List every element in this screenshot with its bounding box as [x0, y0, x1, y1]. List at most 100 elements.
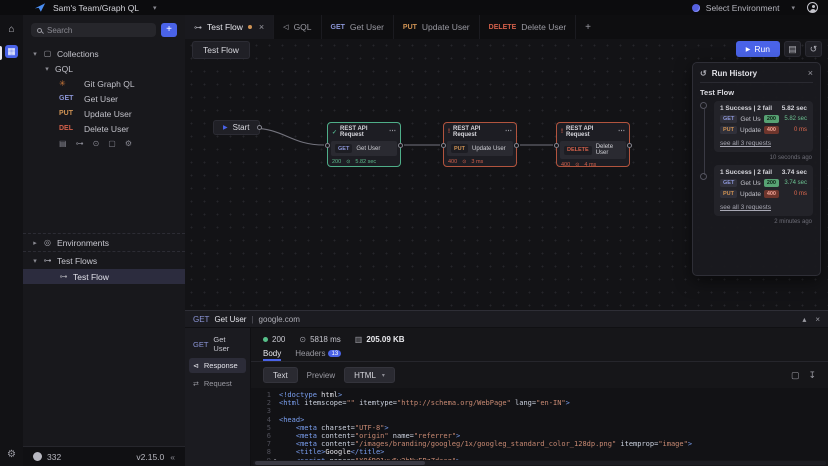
run-history-button[interactable]: ↺	[805, 41, 822, 57]
input-port[interactable]	[325, 143, 330, 148]
expand-panel-icon[interactable]: ▴	[802, 315, 806, 324]
sidebar-section-environments[interactable]: ▸ ◎ Environments	[23, 234, 185, 251]
node-status: 200 ⊙ 5.82 sec	[328, 157, 400, 167]
nav-item-response[interactable]: ⊲ Response	[189, 358, 246, 373]
github-icon[interactable]	[33, 452, 42, 461]
gear-icon[interactable]: ⚙	[125, 139, 132, 148]
code-editor[interactable]: 1 <!doctype html> 2 <html itemscope="" i…	[251, 388, 828, 460]
see-all-requests-link[interactable]: see all 3 requests	[720, 140, 771, 147]
nav-item-request[interactable]: ⇄ Request	[189, 376, 246, 391]
caret-down-icon[interactable]: ▾	[32, 257, 38, 265]
add-button[interactable]: +	[161, 23, 177, 37]
search-box[interactable]	[31, 23, 156, 37]
tab-test-flow[interactable]: ⊶ Test Flow ×	[185, 15, 274, 39]
output-port[interactable]	[257, 125, 262, 130]
home-icon[interactable]: ⌂	[8, 25, 14, 35]
sidebar-item-gql-folder[interactable]: ▾ GQL	[23, 61, 185, 76]
docs-icon[interactable]: ▤	[59, 139, 67, 148]
run-card[interactable]: 1 Success | 2 fail 5.82 sec GET Get User	[714, 101, 813, 152]
run-request-row: PUT Update User 400 0 ms	[720, 126, 807, 134]
copy-icon[interactable]: ▢	[791, 370, 800, 381]
select-environment-button[interactable]: Select Environment	[706, 3, 780, 13]
sidebar-item-git-graph-ql[interactable]: ✳ Git Graph QL	[23, 76, 185, 91]
run-button[interactable]: ▶ Run	[736, 41, 780, 57]
separator: |	[251, 315, 253, 324]
search-input[interactable]	[47, 26, 150, 35]
output-port[interactable]	[627, 143, 632, 148]
preview-button[interactable]: Preview	[307, 371, 335, 380]
settings-gear-icon[interactable]: ⚙	[7, 449, 16, 460]
horizontal-scrollbar[interactable]	[253, 461, 826, 465]
run-card[interactable]: 1 Success | 2 fail 3.74 sec GET Get User	[714, 165, 813, 216]
node-rest-api-request-get[interactable]: ✓ REST API Request ⋯ GET Get User 200 ⊙ …	[327, 122, 401, 167]
caret-down-icon[interactable]: ▾	[44, 65, 50, 73]
node-request-chip[interactable]: GET Get User	[331, 141, 397, 156]
clock-icon: ⊙	[575, 162, 579, 168]
tab-get-user[interactable]: GET Get User	[322, 15, 394, 39]
save-flow-button[interactable]: ▤	[784, 41, 801, 57]
close-icon[interactable]: ×	[808, 68, 813, 78]
run-timestamp: 10 seconds ago	[715, 155, 812, 161]
node-rest-api-request-delete[interactable]: ! REST API Request ⋯ DELETE Delete User …	[556, 122, 630, 167]
run-request-row: PUT Update User 400 0 ms	[720, 190, 807, 198]
sidebar-item-delete-user[interactable]: DEL Delete User	[23, 121, 185, 136]
sidebar-item-update-user[interactable]: PUT Update User	[23, 106, 185, 121]
node-rest-api-request-put[interactable]: ! REST API Request ⋯ PUT Update User 400…	[443, 122, 517, 167]
elapsed-time: 5.82 sec	[355, 159, 376, 165]
start-node[interactable]: ▶ Start	[213, 120, 260, 135]
method-badge: GET	[720, 115, 737, 123]
sidebar-item-get-user[interactable]: GET Get User	[23, 91, 185, 106]
more-icon[interactable]: ⋯	[389, 130, 396, 134]
run-duration: 5.82 sec	[782, 105, 807, 112]
copy-icon[interactable]: ▢	[108, 139, 116, 148]
test-flows-label: Test Flows	[57, 256, 97, 266]
projects-icon[interactable]: ▦	[5, 45, 18, 58]
run-history-header: ↺ Run History ×	[700, 68, 813, 83]
flow-icon[interactable]: ⊶	[76, 139, 84, 148]
fold-caret-icon[interactable]: ▾	[271, 457, 279, 460]
more-icon[interactable]: ⋯	[618, 130, 625, 134]
close-panel-icon[interactable]: ×	[815, 315, 820, 324]
caret-down-icon[interactable]: ▾	[32, 50, 38, 58]
code-text: <meta content="origin" name="referrer">	[279, 432, 460, 440]
node-request-chip[interactable]: PUT Update User	[447, 141, 513, 156]
sidebar-section-test-flows[interactable]: ▾ ⊶ Test Flows	[23, 252, 185, 269]
input-port[interactable]	[554, 143, 559, 148]
scrollbar-thumb[interactable]	[255, 461, 425, 465]
see-all-requests-link[interactable]: see all 3 requests	[720, 204, 771, 211]
tab-gql[interactable]: ◁ GQL	[274, 15, 321, 39]
timeline-dot	[700, 173, 707, 180]
output-port[interactable]	[398, 143, 403, 148]
request-name: Delete User	[84, 124, 129, 134]
caret-right-icon[interactable]: ▸	[32, 239, 38, 247]
user-avatar[interactable]	[807, 2, 818, 13]
tab-delete-user[interactable]: DELETE Delete User	[480, 15, 577, 39]
tab-update-user[interactable]: PUT Update User	[394, 15, 480, 39]
sidebar-item-test-flow[interactable]: ⊶ Test Flow	[23, 269, 185, 284]
code-line: 3	[251, 407, 828, 415]
close-tab-icon[interactable]: ×	[259, 22, 264, 32]
tab-headers[interactable]: Headers 13	[295, 349, 341, 361]
more-icon[interactable]: ⋯	[505, 130, 512, 134]
line-number: 3	[251, 407, 271, 415]
collapse-sidebar-icon[interactable]: «	[170, 452, 175, 462]
input-port[interactable]	[441, 143, 446, 148]
code-text: <meta content="/images/branding/googleg/…	[279, 440, 692, 448]
sidebar-item-collections[interactable]: ▾ ▢ Collections	[23, 46, 185, 61]
sidebar-action-icons: ▤ ⊶ ⊙ ▢ ⚙	[23, 136, 185, 151]
environment-caret-icon[interactable]: ▾	[791, 4, 795, 12]
text-view-button[interactable]: Text	[263, 367, 298, 383]
workspace-caret-icon[interactable]: ▾	[153, 4, 157, 12]
new-tab-button[interactable]: +	[576, 15, 600, 39]
node-request-chip[interactable]: DELETE Delete User	[560, 141, 626, 159]
github-star-count[interactable]: 332	[47, 452, 61, 462]
response-tabs: Body Headers 13	[251, 347, 828, 362]
flow-canvas[interactable]: Test Flow ▶ Run ▤ ↺ ▶ Start	[185, 39, 828, 310]
content-type-dropdown[interactable]: HTML ▾	[344, 367, 395, 383]
output-port[interactable]	[514, 143, 519, 148]
clock-icon[interactable]: ⊙	[93, 139, 100, 148]
tab-body[interactable]: Body	[263, 349, 281, 361]
download-icon[interactable]: ↧	[808, 370, 816, 381]
sidebar-tree: ▾ ▢ Collections ▾ GQL ✳ Git Graph QL GET…	[23, 42, 185, 466]
workspace-name[interactable]: Sam's Team/Graph QL	[53, 3, 139, 13]
